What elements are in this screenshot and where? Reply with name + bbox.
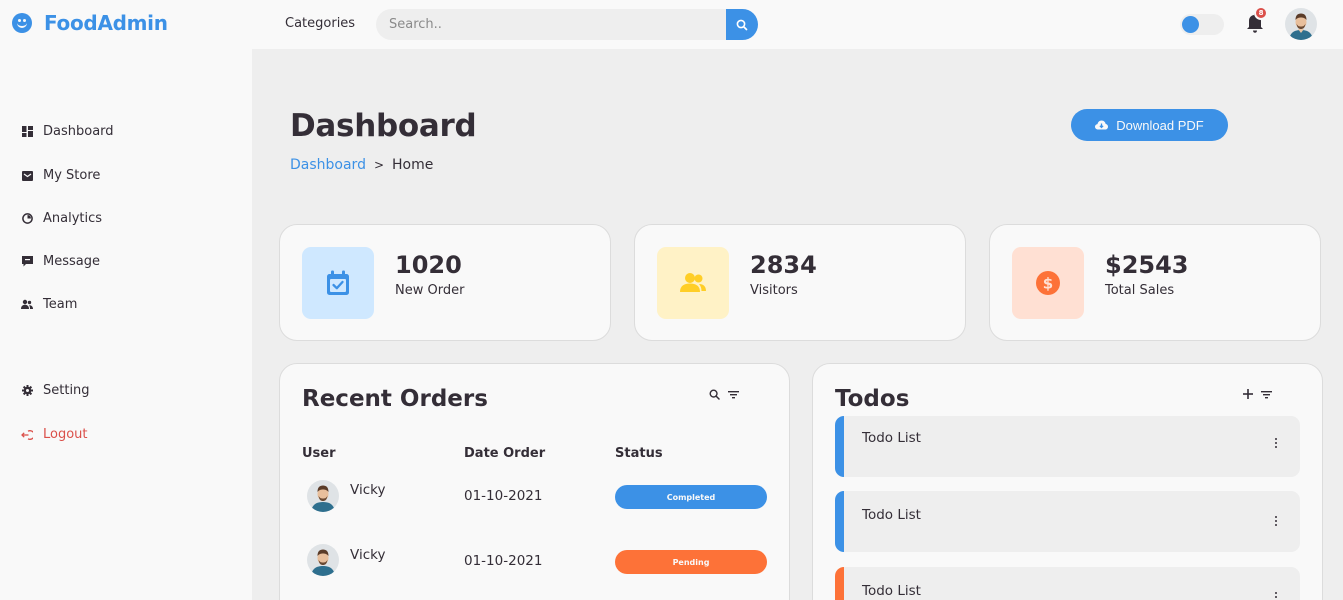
filter-icon[interactable] — [1261, 390, 1272, 399]
sidebar-item-label: Message — [43, 254, 100, 269]
calendar-check-icon — [327, 270, 349, 295]
column-header-status: Status — [615, 446, 663, 461]
sidebar-item-label: Analytics — [43, 211, 103, 226]
top-bar: FoodAdmin Categories 8 — [0, 0, 1343, 49]
order-user-name: Vicky — [350, 482, 386, 498]
sidebar-item-analytics[interactable]: Analytics — [21, 211, 102, 226]
todo-item[interactable]: Todo List — [835, 567, 1300, 600]
todo-text: Todo List — [862, 583, 921, 599]
stat-card-visitors: 2834 Visitors — [634, 224, 966, 341]
breadcrumb-link-dashboard[interactable]: Dashboard — [290, 157, 366, 173]
sidebar-item-label: Team — [43, 297, 78, 312]
gear-icon — [21, 385, 33, 397]
filter-icon[interactable] — [728, 390, 739, 399]
todo-status-bar — [835, 491, 844, 552]
search-icon[interactable] — [709, 389, 720, 400]
page-title: Dashboard — [290, 108, 477, 144]
search-button[interactable] — [726, 9, 758, 40]
brand-name: FoodAdmin — [44, 11, 168, 35]
sidebar-item-my-store[interactable]: My Store — [21, 168, 100, 183]
status-badge: Pending — [615, 550, 767, 574]
plus-icon[interactable] — [1243, 389, 1253, 399]
store-icon — [21, 170, 33, 182]
breadcrumb: Dashboard > Home — [290, 157, 433, 173]
todo-item[interactable]: Todo List — [835, 416, 1300, 477]
stat-label: Total Sales — [1105, 283, 1175, 298]
todos-tools — [1243, 389, 1272, 399]
order-date: 01-10-2021 — [464, 488, 543, 504]
sidebar-item-label: My Store — [43, 168, 101, 183]
search-icon — [736, 19, 748, 30]
stat-card-total-sales: $ $2543 Total Sales — [989, 224, 1321, 341]
nav-link-categories[interactable]: Categories — [285, 16, 355, 31]
stat-icon-box: $ — [1012, 247, 1084, 319]
svg-text:$: $ — [1043, 275, 1053, 293]
team-icon — [21, 299, 33, 311]
sidebar: Dashboard My Store Analytics Message Tea… — [0, 49, 252, 600]
sidebar-item-setting[interactable]: Setting — [21, 383, 90, 398]
smile-icon — [12, 13, 32, 33]
download-pdf-button[interactable]: Download PDF — [1071, 109, 1228, 141]
stat-value: 2834 — [750, 251, 817, 279]
avatar — [307, 480, 339, 512]
todo-status-bar — [835, 567, 844, 600]
cloud-download-icon — [1095, 120, 1109, 130]
todos-panel: Todos Todo List Todo List Todo List — [812, 363, 1323, 600]
more-vertical-icon[interactable] — [1271, 516, 1281, 530]
stat-value: 1020 — [395, 251, 462, 279]
stat-card-new-order: 1020 New Order — [279, 224, 611, 341]
todo-text: Todo List — [862, 430, 921, 446]
more-vertical-icon[interactable] — [1271, 438, 1281, 452]
profile-avatar[interactable] — [1285, 8, 1317, 40]
breadcrumb-separator: > — [373, 158, 385, 172]
stat-value: $2543 — [1105, 251, 1189, 279]
column-header-date: Date Order — [464, 446, 546, 461]
recent-orders-title: Recent Orders — [302, 386, 488, 412]
todo-text: Todo List — [862, 507, 921, 523]
stat-label: Visitors — [750, 283, 798, 298]
stat-label: New Order — [395, 283, 465, 298]
brand-logo[interactable]: FoodAdmin — [12, 11, 168, 35]
order-user-name: Vicky — [350, 547, 386, 563]
column-header-user: User — [302, 446, 336, 461]
sidebar-item-label: Dashboard — [43, 124, 114, 139]
sidebar-item-logout[interactable]: Logout — [21, 427, 88, 442]
analytics-icon — [21, 213, 33, 225]
recent-orders-panel: Recent Orders User Date Order Status Vic… — [279, 363, 790, 600]
sidebar-item-team[interactable]: Team — [21, 297, 77, 312]
search-form — [376, 9, 758, 40]
stat-icon-box — [657, 247, 729, 319]
todo-item[interactable]: Todo List — [835, 491, 1300, 552]
dark-mode-toggle[interactable] — [1180, 14, 1224, 35]
status-badge: Completed — [615, 485, 767, 509]
order-date: 01-10-2021 — [464, 553, 543, 569]
sidebar-item-dashboard[interactable]: Dashboard — [21, 124, 114, 139]
notification-badge: 8 — [1254, 6, 1268, 20]
toggle-knob — [1182, 16, 1199, 33]
sidebar-item-label: Logout — [43, 427, 88, 442]
breadcrumb-current: Home — [392, 157, 434, 173]
more-vertical-icon[interactable] — [1271, 592, 1281, 600]
dashboard-icon — [21, 126, 33, 138]
message-icon — [21, 256, 33, 268]
stat-icon-box — [302, 247, 374, 319]
logout-icon — [21, 429, 33, 441]
orders-tools — [709, 389, 739, 400]
todos-title: Todos — [835, 386, 910, 412]
avatar — [307, 544, 339, 576]
sidebar-item-label: Setting — [43, 383, 90, 398]
dollar-circle-icon: $ — [1036, 271, 1060, 295]
download-pdf-label: Download PDF — [1116, 117, 1204, 133]
todo-status-bar — [835, 416, 844, 477]
people-icon — [680, 273, 706, 292]
sidebar-item-message[interactable]: Message — [21, 254, 100, 269]
search-input[interactable] — [376, 9, 728, 40]
